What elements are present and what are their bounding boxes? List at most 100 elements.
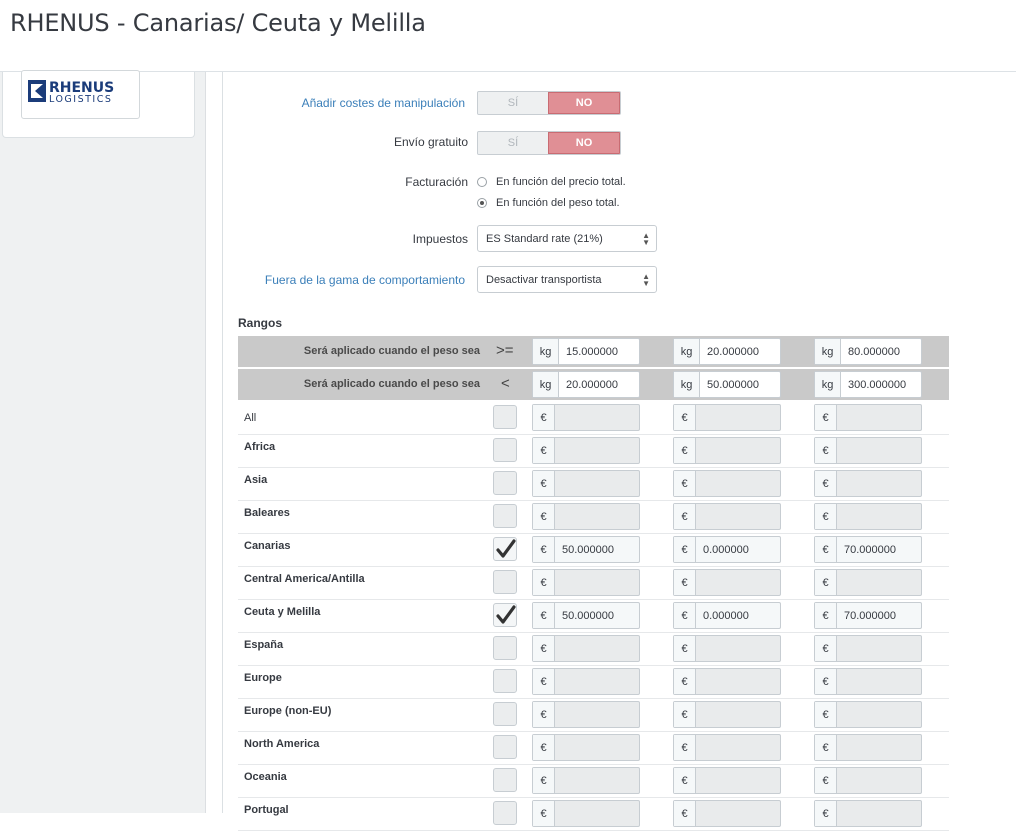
range-from-value[interactable]: 20.000000 [700,339,780,364]
zone-checkbox[interactable] [493,768,517,792]
zone-price-value[interactable] [696,405,780,430]
zone-price-value[interactable] [555,702,639,727]
zone-price-input[interactable]: € [673,470,781,497]
zone-price-value[interactable] [555,801,639,826]
zone-price-input[interactable]: €50.000000 [532,602,640,629]
zone-price-input[interactable]: € [532,668,640,695]
zone-checkbox[interactable] [493,636,517,660]
zone-price-input[interactable]: € [673,701,781,728]
zone-price-input[interactable]: € [814,437,922,464]
taxes-select[interactable]: ES Standard rate (21%) ▲ ▼ [477,225,657,252]
zone-price-value[interactable]: 0.000000 [696,603,780,628]
zone-price-input[interactable]: € [532,635,640,662]
handling-costs-no[interactable]: NO [548,92,620,114]
zone-price-input[interactable]: € [532,470,640,497]
range-to-value[interactable]: 20.000000 [559,372,639,397]
radio-price[interactable] [477,177,487,187]
range-to-input-1[interactable]: kg 20.000000 [532,371,640,398]
zone-price-input[interactable]: € [532,569,640,596]
zone-price-value[interactable] [555,768,639,793]
zone-price-value[interactable] [555,636,639,661]
zone-price-input[interactable]: €0.000000 [673,536,781,563]
range-from-input-3[interactable]: kg 80.000000 [814,338,922,365]
zone-price-value[interactable] [696,702,780,727]
zone-price-value[interactable] [696,471,780,496]
free-shipping-yes[interactable]: SÍ [478,132,548,154]
zone-price-value[interactable]: 70.000000 [837,603,921,628]
zone-price-value[interactable] [555,438,639,463]
zone-price-value[interactable] [555,471,639,496]
zone-price-value[interactable] [837,636,921,661]
zone-price-input[interactable]: € [814,404,922,431]
zone-checkbox[interactable] [493,570,517,594]
zone-price-value[interactable]: 50.000000 [555,603,639,628]
zone-price-value[interactable]: 70.000000 [837,537,921,562]
zone-price-input[interactable]: € [532,800,640,827]
zone-price-value[interactable] [696,768,780,793]
zone-price-input[interactable]: € [532,437,640,464]
zone-price-value[interactable] [696,504,780,529]
zone-price-input[interactable]: € [814,470,922,497]
zone-price-value[interactable] [837,801,921,826]
free-shipping-switch[interactable]: SÍ NO [477,131,621,155]
zone-price-input[interactable]: € [814,767,922,794]
zone-price-input[interactable]: € [673,635,781,662]
handling-costs-yes[interactable]: SÍ [478,92,548,114]
zone-price-value[interactable] [837,504,921,529]
range-to-input-2[interactable]: kg 50.000000 [673,371,781,398]
zone-price-value[interactable]: 0.000000 [696,537,780,562]
zone-price-input[interactable]: € [532,701,640,728]
range-from-value[interactable]: 80.000000 [841,339,921,364]
zone-price-value[interactable] [837,471,921,496]
zone-price-value[interactable] [837,405,921,430]
zone-price-value[interactable] [555,669,639,694]
zone-price-value[interactable] [696,636,780,661]
range-to-input-3[interactable]: kg 300.000000 [814,371,922,398]
zone-checkbox[interactable] [493,702,517,726]
zone-price-input[interactable]: € [814,701,922,728]
zone-checkbox[interactable] [493,669,517,693]
range-to-value[interactable]: 50.000000 [700,372,780,397]
billing-option-weight[interactable]: En función del peso total. [477,197,620,209]
zone-price-value[interactable] [837,570,921,595]
zone-price-value[interactable] [837,438,921,463]
range-from-input-2[interactable]: kg 20.000000 [673,338,781,365]
zone-price-input[interactable]: €50.000000 [532,536,640,563]
out-of-range-select[interactable]: Desactivar transportista ▲ ▼ [477,266,657,293]
zone-price-input[interactable]: € [673,668,781,695]
zone-price-input[interactable]: € [673,800,781,827]
zone-price-value[interactable] [837,669,921,694]
zone-price-value[interactable]: 50.000000 [555,537,639,562]
zone-price-input[interactable]: € [532,503,640,530]
range-from-value[interactable]: 15.000000 [559,339,639,364]
zone-price-input[interactable]: € [532,404,640,431]
zone-price-input[interactable]: € [673,404,781,431]
zone-price-value[interactable] [696,570,780,595]
zone-price-input[interactable]: €0.000000 [673,602,781,629]
zone-price-input[interactable]: € [532,734,640,761]
range-to-value[interactable]: 300.000000 [841,372,921,397]
zone-price-value[interactable] [555,405,639,430]
zone-checkbox[interactable] [493,537,517,561]
zone-price-value[interactable] [696,801,780,826]
zone-price-value[interactable] [696,735,780,760]
zone-price-value[interactable] [837,735,921,760]
zone-price-input[interactable]: € [673,503,781,530]
radio-weight[interactable] [477,198,487,208]
handling-costs-switch[interactable]: SÍ NO [477,91,621,115]
zone-price-input[interactable]: € [532,767,640,794]
zone-price-input[interactable]: € [814,668,922,695]
zone-price-value[interactable] [555,735,639,760]
zone-price-value[interactable] [837,702,921,727]
zone-price-input[interactable]: €70.000000 [814,602,922,629]
zone-price-value[interactable] [837,768,921,793]
zone-price-value[interactable] [555,570,639,595]
zone-price-input[interactable]: € [814,800,922,827]
range-from-input-1[interactable]: kg 15.000000 [532,338,640,365]
zone-price-input[interactable]: €70.000000 [814,536,922,563]
free-shipping-no[interactable]: NO [548,132,620,154]
zone-price-input[interactable]: € [814,503,922,530]
billing-option-price[interactable]: En función del precio total. [477,176,626,188]
zone-price-input[interactable]: € [814,734,922,761]
zone-checkbox[interactable] [493,471,517,495]
